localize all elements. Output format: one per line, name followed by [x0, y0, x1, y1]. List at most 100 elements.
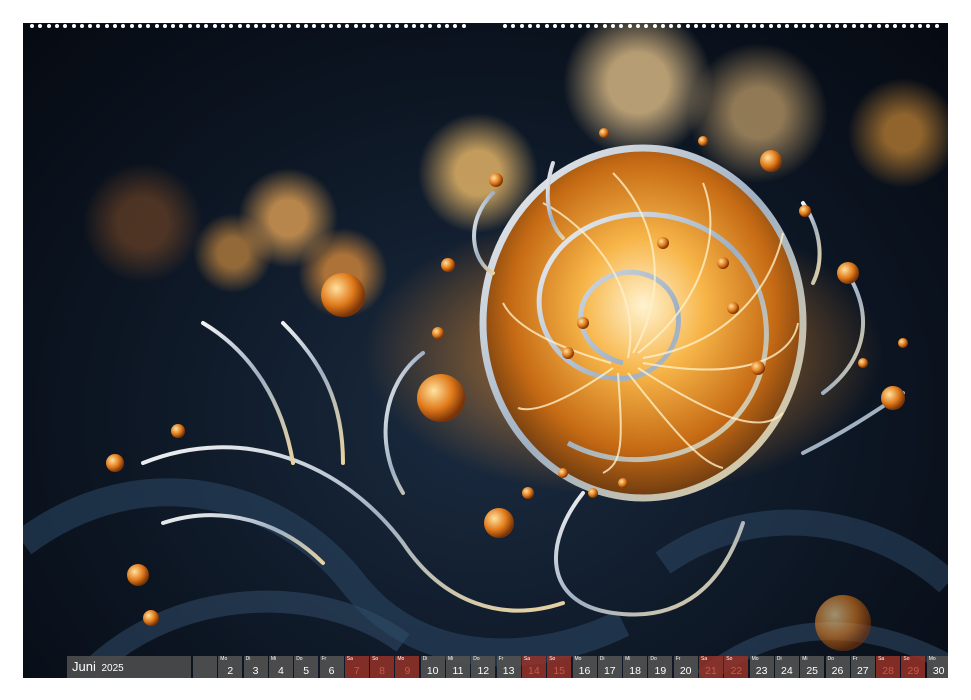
day-number: 13 — [502, 665, 515, 677]
weekday-label: Mo — [928, 656, 936, 662]
binding-hole — [370, 24, 375, 28]
day-cell: Do 26 — [825, 656, 850, 678]
day-number: 18 — [629, 665, 641, 677]
weekday-label: Fr — [321, 656, 327, 662]
day-cell: Fr 20 — [673, 656, 698, 678]
binding-hole — [303, 24, 308, 28]
day-number: 7 — [353, 665, 360, 677]
day-number: 26 — [831, 665, 844, 677]
binding-hole — [851, 24, 856, 28]
binding-hole — [287, 24, 292, 28]
binding-hole — [702, 24, 707, 28]
binding-hole — [909, 24, 914, 28]
day-number: 28 — [882, 665, 894, 677]
day-cell: Mi 11 — [446, 656, 470, 678]
weekday-label: Mo — [751, 656, 759, 662]
binding-hole — [378, 24, 383, 28]
weekday-label: So — [549, 656, 556, 662]
day-cell: Fr 27 — [850, 656, 875, 678]
day-cell: Sa 28 — [876, 656, 901, 678]
binding-hole — [577, 24, 582, 28]
day-cell: Sa 21 — [699, 656, 723, 678]
day-number: 11 — [452, 665, 464, 677]
day-number: 27 — [856, 665, 869, 677]
day-cell: Di 24 — [774, 656, 799, 678]
binding-hole — [137, 24, 142, 28]
day-cell: Do 5 — [294, 656, 319, 678]
binding-hole — [669, 24, 674, 28]
binding-hole — [760, 24, 765, 28]
day-number: 25 — [806, 665, 819, 677]
weekday-label: Fr — [675, 656, 681, 662]
day-number: 17 — [603, 665, 616, 677]
day-cell: So 8 — [370, 656, 395, 678]
day-number: 23 — [755, 665, 768, 677]
binding-hole — [445, 24, 449, 28]
binding-hole — [129, 24, 134, 28]
weekday-label: Mo — [220, 656, 228, 662]
binding-hole — [79, 24, 84, 28]
binding-hole — [818, 24, 823, 28]
weekday-label: Fr — [852, 656, 858, 662]
day-cell: Mo 30 — [926, 656, 948, 678]
binding-hole — [254, 24, 259, 28]
weekday-label: Mo — [397, 656, 405, 662]
day-cell: Sa 14 — [521, 656, 546, 678]
binding-hole — [436, 24, 441, 28]
binding-hole — [63, 24, 68, 28]
binding-hole — [328, 24, 333, 28]
binding-hole — [337, 24, 342, 28]
binding-hole — [295, 24, 300, 28]
day-cell: Mo 23 — [749, 656, 774, 678]
binding-hole — [403, 24, 408, 28]
weekday-label: So — [726, 656, 733, 662]
day-cell: Mo 2 — [218, 656, 243, 678]
binding-hole — [519, 24, 524, 28]
day-cell: Di 17 — [597, 656, 622, 678]
weekday-label: Fr — [498, 656, 504, 662]
day-number: 21 — [705, 665, 717, 677]
day-cell: So 29 — [901, 656, 926, 678]
day-cell: So 15 — [547, 656, 572, 678]
weekday-label: Di — [599, 656, 605, 662]
day-cell: Fr 6 — [319, 656, 344, 678]
day-number: 9 — [404, 665, 411, 677]
binding-hole — [552, 24, 557, 28]
binding-hole — [154, 24, 159, 28]
binding-hole — [694, 24, 698, 28]
binding-hole — [810, 24, 815, 28]
day-number: 20 — [679, 665, 692, 677]
binding-hole — [420, 24, 425, 28]
day-number: 24 — [781, 665, 793, 677]
binding-hole — [602, 24, 607, 28]
weekday-label: Do — [296, 656, 303, 662]
binding-hole — [395, 24, 400, 28]
spiral-binding-holes — [30, 24, 941, 32]
day-number: 29 — [907, 665, 920, 677]
binding-hole — [121, 24, 126, 28]
weekday-label: Do — [650, 656, 657, 662]
day-number: 10 — [426, 665, 439, 677]
weekday-label: Di — [776, 656, 782, 662]
calendar-photo: Juni 2025 Mo 2 Di 3 Mi 4 Do 5 Fr 6 Sa 7 So 8 Mo 9 Di 10 Mi… — [23, 23, 948, 678]
day-cell: Mi 18 — [623, 656, 648, 678]
binding-hole — [652, 24, 657, 28]
binding-hole — [569, 24, 574, 28]
weekday-label: Di — [422, 656, 428, 662]
binding-hole — [627, 24, 632, 28]
binding-hole — [345, 24, 350, 28]
day-cell: Mo 16 — [572, 656, 597, 678]
binding-hole — [777, 24, 781, 28]
day-number: 15 — [553, 665, 566, 677]
binding-hole — [884, 24, 889, 28]
weekday-label: Sa — [701, 656, 708, 662]
binding-hole — [876, 24, 881, 28]
day-number: 22 — [730, 665, 743, 677]
binding-hole — [54, 24, 59, 28]
binding-hole — [245, 24, 250, 28]
day-number: 5 — [303, 665, 310, 677]
day-number: 8 — [379, 665, 386, 677]
binding-hole — [586, 24, 591, 28]
month-name: Juni — [72, 659, 96, 674]
binding-hole — [893, 24, 898, 28]
